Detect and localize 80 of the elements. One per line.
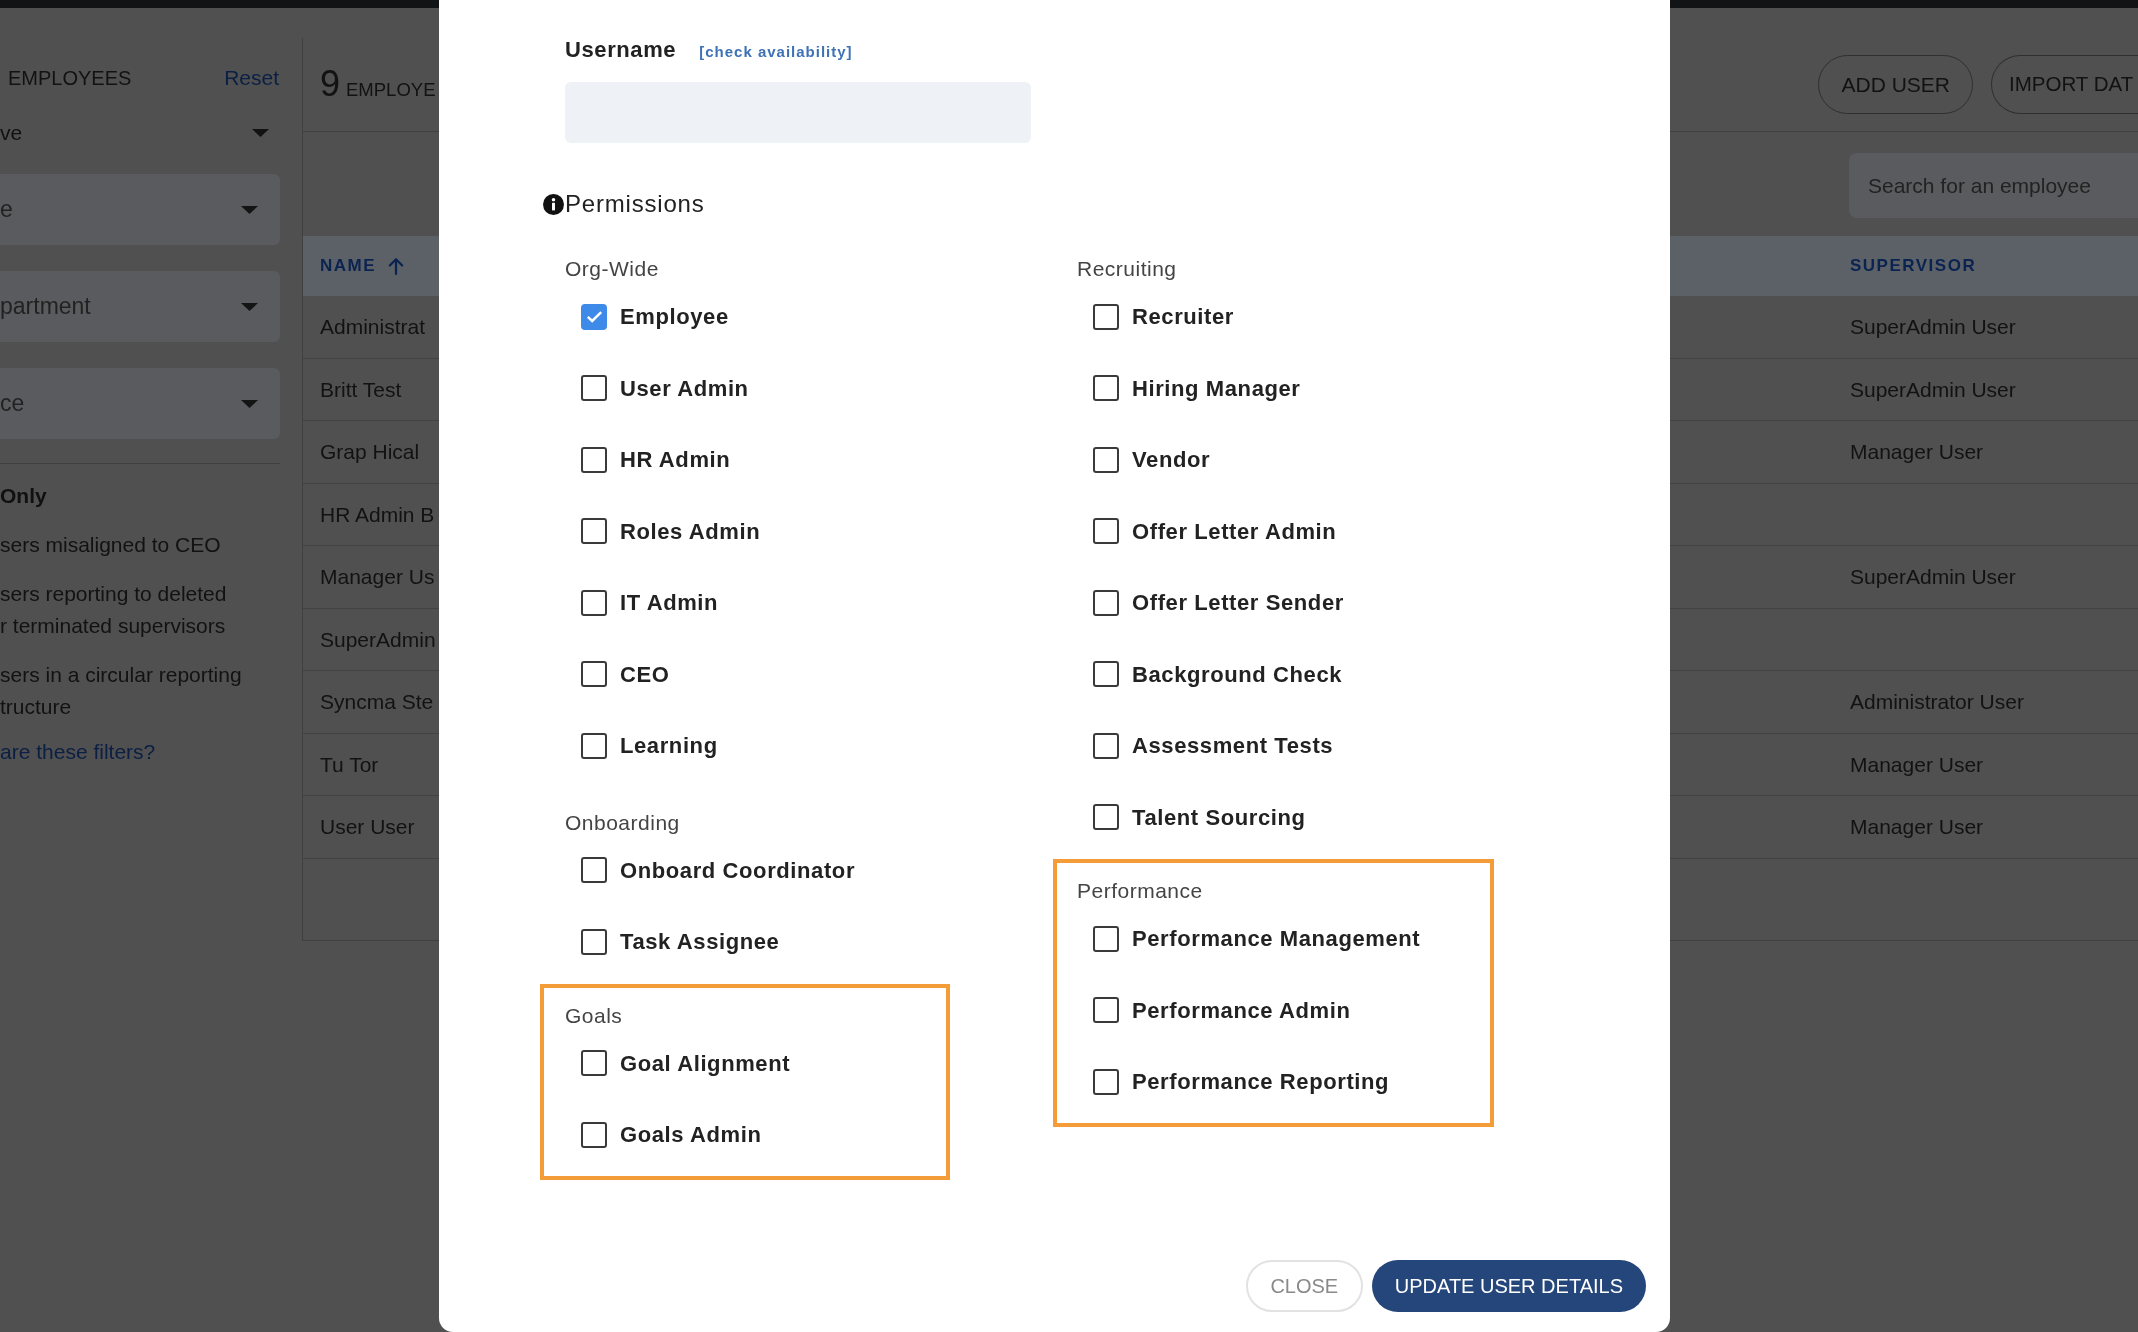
checkbox[interactable] bbox=[581, 1050, 607, 1077]
group-title: Performance bbox=[1077, 878, 1203, 903]
primary-button[interactable]: UPDATE USER DETAILS bbox=[1371, 1260, 1646, 1312]
checkbox-label[interactable]: Performance Management bbox=[1132, 922, 1421, 956]
checkbox-label[interactable]: Onboard Coordinator bbox=[620, 853, 856, 887]
section-title: Permissions bbox=[565, 189, 705, 219]
checkbox-label[interactable]: Roles Admin bbox=[620, 514, 761, 548]
checkbox[interactable] bbox=[581, 732, 607, 759]
checkbox[interactable] bbox=[1093, 661, 1119, 688]
group-title: Onboarding bbox=[565, 809, 680, 835]
employee-count: 9 bbox=[320, 65, 341, 102]
table-cell: Administrator User bbox=[1850, 690, 2024, 713]
caret-icon bbox=[241, 399, 258, 408]
table-cell: Grap Hical bbox=[320, 440, 420, 463]
table-cell: SuperAdmin User bbox=[1850, 565, 2016, 588]
caret-icon bbox=[252, 129, 269, 137]
checkbox[interactable] bbox=[1093, 997, 1119, 1024]
checkbox-label[interactable]: Assessment Tests bbox=[1132, 729, 1334, 763]
checkbox[interactable] bbox=[1093, 303, 1119, 330]
checkbox[interactable] bbox=[581, 518, 607, 545]
checkbox[interactable] bbox=[1093, 446, 1119, 473]
field-label: Username bbox=[565, 36, 677, 64]
checkbox[interactable] bbox=[1093, 1068, 1119, 1095]
checkbox[interactable] bbox=[581, 928, 607, 955]
checkbox[interactable] bbox=[581, 661, 607, 688]
table-cell: HR Admin B bbox=[320, 502, 435, 526]
filter-heading: Only bbox=[0, 483, 47, 509]
checkbox-label[interactable]: Offer Letter Sender bbox=[1132, 586, 1344, 620]
table-cell: SuperAdmin bbox=[320, 627, 436, 651]
caret-icon bbox=[241, 205, 258, 214]
search-field[interactable]: Search for an employee bbox=[1849, 153, 2138, 218]
checkbox-label[interactable]: Goal Alignment bbox=[620, 1046, 791, 1080]
table-cell: Syncma Ste bbox=[320, 690, 434, 713]
checkbox[interactable] bbox=[581, 589, 607, 616]
checkbox-label[interactable]: Vendor bbox=[1132, 443, 1211, 477]
table-cell: User User bbox=[320, 815, 415, 838]
checkbox[interactable] bbox=[1093, 375, 1119, 402]
check-availability-link[interactable]: [check availability] bbox=[699, 38, 853, 66]
checkbox[interactable] bbox=[1093, 925, 1119, 952]
checkbox-label[interactable]: Performance Admin bbox=[1132, 993, 1351, 1027]
checkbox-label[interactable]: HR Admin bbox=[620, 443, 731, 477]
checkbox[interactable] bbox=[1093, 589, 1119, 616]
checkbox-label[interactable]: Goals Admin bbox=[620, 1118, 762, 1152]
table-cell: Britt Test bbox=[320, 377, 402, 401]
table-cell: Manager User bbox=[1850, 752, 1984, 776]
checkbox[interactable] bbox=[1093, 732, 1119, 759]
checkbox-label[interactable]: Task Assignee bbox=[620, 925, 780, 959]
table-cell: Manager User bbox=[1850, 815, 1984, 838]
checkbox-label[interactable]: Hiring Manager bbox=[1132, 371, 1301, 405]
checkbox[interactable] bbox=[581, 303, 607, 330]
table-cell: Tu Tor bbox=[320, 752, 379, 776]
checkmark-icon bbox=[585, 310, 603, 324]
checkbox-label[interactable]: Performance Reporting bbox=[1132, 1065, 1390, 1099]
table-cell: Manager User bbox=[1850, 440, 1984, 463]
table-cell: SuperAdmin User bbox=[1850, 377, 2016, 401]
info-icon bbox=[543, 193, 564, 215]
checkbox-label[interactable]: Learning bbox=[620, 729, 718, 763]
checkbox[interactable] bbox=[581, 857, 607, 884]
checkbox[interactable] bbox=[1093, 518, 1119, 545]
checkbox[interactable] bbox=[1093, 804, 1119, 831]
checkbox-label[interactable]: Recruiter bbox=[1132, 300, 1234, 334]
table-cell: Manager Us bbox=[320, 565, 435, 588]
table-cell: Administrat bbox=[320, 315, 426, 338]
group-title: Recruiting bbox=[1077, 256, 1177, 281]
caret-icon bbox=[241, 302, 258, 311]
group-title: Goals bbox=[565, 1002, 623, 1028]
employees-heading: EMPLOYE bbox=[346, 77, 436, 102]
table-cell: SuperAdmin User bbox=[1850, 315, 2016, 338]
checkbox-label[interactable]: Talent Sourcing bbox=[1132, 800, 1306, 834]
checkbox-label[interactable]: Offer Letter Admin bbox=[1132, 514, 1337, 548]
sidebar-title: EMPLOYEES bbox=[8, 66, 132, 91]
checkbox-label[interactable]: Background Check bbox=[1132, 657, 1343, 691]
checkbox[interactable] bbox=[581, 375, 607, 402]
group-title: Org-Wide bbox=[565, 256, 659, 281]
checkbox-label[interactable]: User Admin bbox=[620, 371, 749, 405]
checkbox-label[interactable]: Employee bbox=[620, 300, 729, 334]
checkbox-label[interactable]: IT Admin bbox=[620, 586, 719, 620]
checkbox[interactable] bbox=[581, 1121, 607, 1148]
checkbox[interactable] bbox=[581, 446, 607, 473]
checkbox-label[interactable]: CEO bbox=[620, 657, 670, 691]
